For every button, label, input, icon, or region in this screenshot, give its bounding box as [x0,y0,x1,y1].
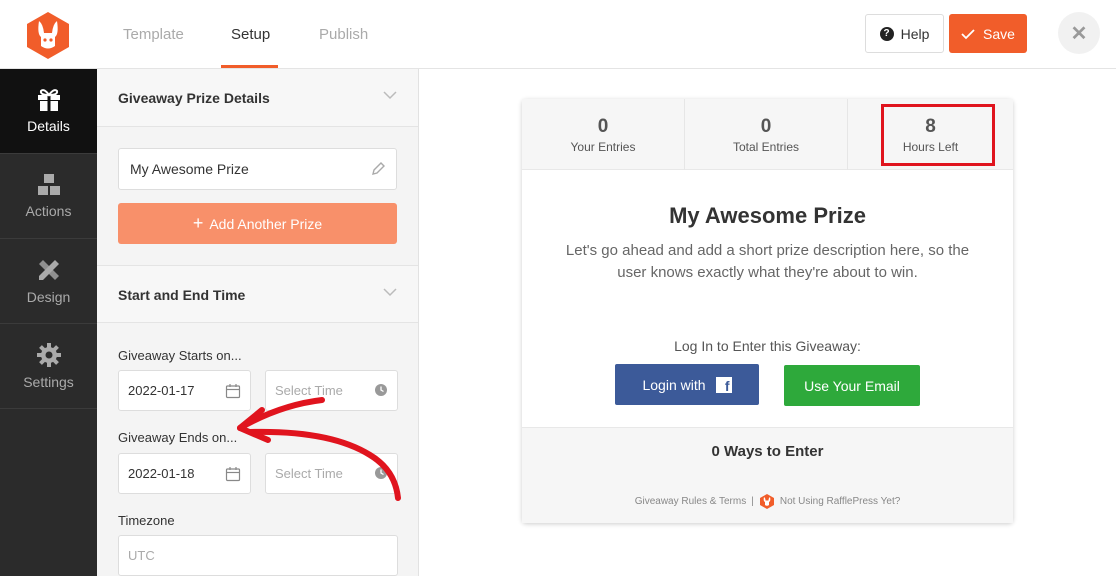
stat-value: 0 [760,116,772,137]
email-login-button[interactable]: Use Your Email [784,365,920,406]
close-icon: ✕ [1070,22,1088,45]
stat-your-entries: 0 Your Entries [522,99,685,170]
calendar-icon [225,467,241,482]
start-date-input[interactable]: 2022-01-17 [118,370,251,411]
rafflepress-mini-logo [759,494,774,509]
stat-label: Total Entries [732,140,800,154]
ways-to-enter-count: 0 Ways to Enter [711,443,824,460]
prize-name-value: My Awesome Prize [130,161,249,177]
chevron-down-icon [383,91,397,100]
cubes-icon [37,174,60,195]
start-date-value: 2022-01-17 [128,383,195,398]
help-label: Help [900,25,930,42]
tab-setup[interactable]: Setup [231,26,270,43]
timezone-select[interactable]: UTC [118,535,398,576]
time-section-header[interactable]: Start and End Time [97,265,418,323]
email-login-label: Use Your Email [804,377,900,394]
plus-icon: + [192,213,204,233]
pencil-icon[interactable] [371,161,386,176]
card-footer: Giveaway Rules & Terms | Not Using Raffl… [522,493,1013,510]
ways-to-enter-section: 0 Ways to Enter Giveaway Rules & Terms |… [522,427,1013,523]
end-date-value: 2022-01-18 [128,466,195,481]
gear-icon [36,343,61,367]
tab-publish[interactable]: Publish [319,26,368,43]
stat-label: Your Entries [570,140,636,154]
tab-template[interactable]: Template [123,26,184,43]
giveaway-preview-card: 0 Your Entries 0 Total Entries 8 Hours L… [522,99,1013,523]
login-prompt: Log In to Enter this Giveaway: [674,338,861,354]
clock-icon [375,467,387,479]
start-time-input[interactable]: Select Time [265,370,398,411]
facebook-login-button[interactable]: Login with f [615,364,759,405]
save-label: Save [983,25,1015,42]
promo-link[interactable]: Not Using RafflePress Yet? [780,496,900,507]
gift-icon [37,89,60,111]
settings-panel: Giveaway Prize Details My Awesome Prize … [97,69,419,576]
end-time-input[interactable]: Select Time [265,453,398,494]
save-button[interactable]: Save [949,14,1027,53]
active-tab-indicator [221,65,278,68]
stat-value: 0 [597,116,609,137]
chevron-down-icon [383,288,397,297]
highlight-box [881,104,995,166]
prize-description: Let's go ahead and add a short prize des… [565,242,970,281]
sidebar-item-design[interactable]: Design [0,239,97,324]
end-date-label: Giveaway Ends on... [118,430,238,445]
check-icon [961,28,975,39]
timezone-label: Timezone [118,513,175,528]
add-another-prize-button[interactable]: + Add Another Prize [118,203,397,244]
stats-bar: 0 Your Entries 0 Total Entries 8 Hours L… [522,99,1013,170]
top-bar: Template Setup Publish ? Help Save ✕ [0,0,1116,69]
sidebar-item-actions[interactable]: Actions [0,154,97,239]
sidebar-item-settings[interactable]: Settings [0,324,97,409]
sidebar-item-label: Actions [25,203,72,219]
footer-separator: | [751,496,754,507]
question-icon: ? [879,26,894,41]
sidebar-item-label: Details [27,118,70,134]
timezone-value: UTC [128,548,155,563]
start-time-placeholder: Select Time [275,383,343,398]
stat-total-entries: 0 Total Entries [685,99,848,170]
pencil-ruler-icon [38,260,59,280]
clock-icon [375,384,387,396]
start-date-label: Giveaway Starts on... [118,348,242,363]
sidebar-item-label: Design [26,289,71,305]
calendar-icon [225,384,241,399]
rules-link[interactable]: Giveaway Rules & Terms [635,496,747,507]
section-title: Start and End Time [118,287,246,303]
close-button[interactable]: ✕ [1058,12,1100,54]
sidebar-item-details[interactable]: Details [0,69,97,154]
add-prize-label: Add Another Prize [209,215,323,232]
prize-name-input[interactable]: My Awesome Prize [118,148,397,190]
rafflepress-logo[interactable] [24,10,72,60]
end-date-input[interactable]: 2022-01-18 [118,453,251,494]
prize-title: My Awesome Prize [669,203,866,228]
section-title: Giveaway Prize Details [118,90,270,106]
prize-section-header[interactable]: Giveaway Prize Details [97,69,418,127]
facebook-icon: f [715,376,732,393]
sidebar: Details Actions Design Settings [0,69,97,576]
sidebar-item-label: Settings [23,374,74,390]
end-time-placeholder: Select Time [275,466,343,481]
facebook-login-label: Login with [642,376,706,393]
help-button[interactable]: ? Help [865,14,944,53]
